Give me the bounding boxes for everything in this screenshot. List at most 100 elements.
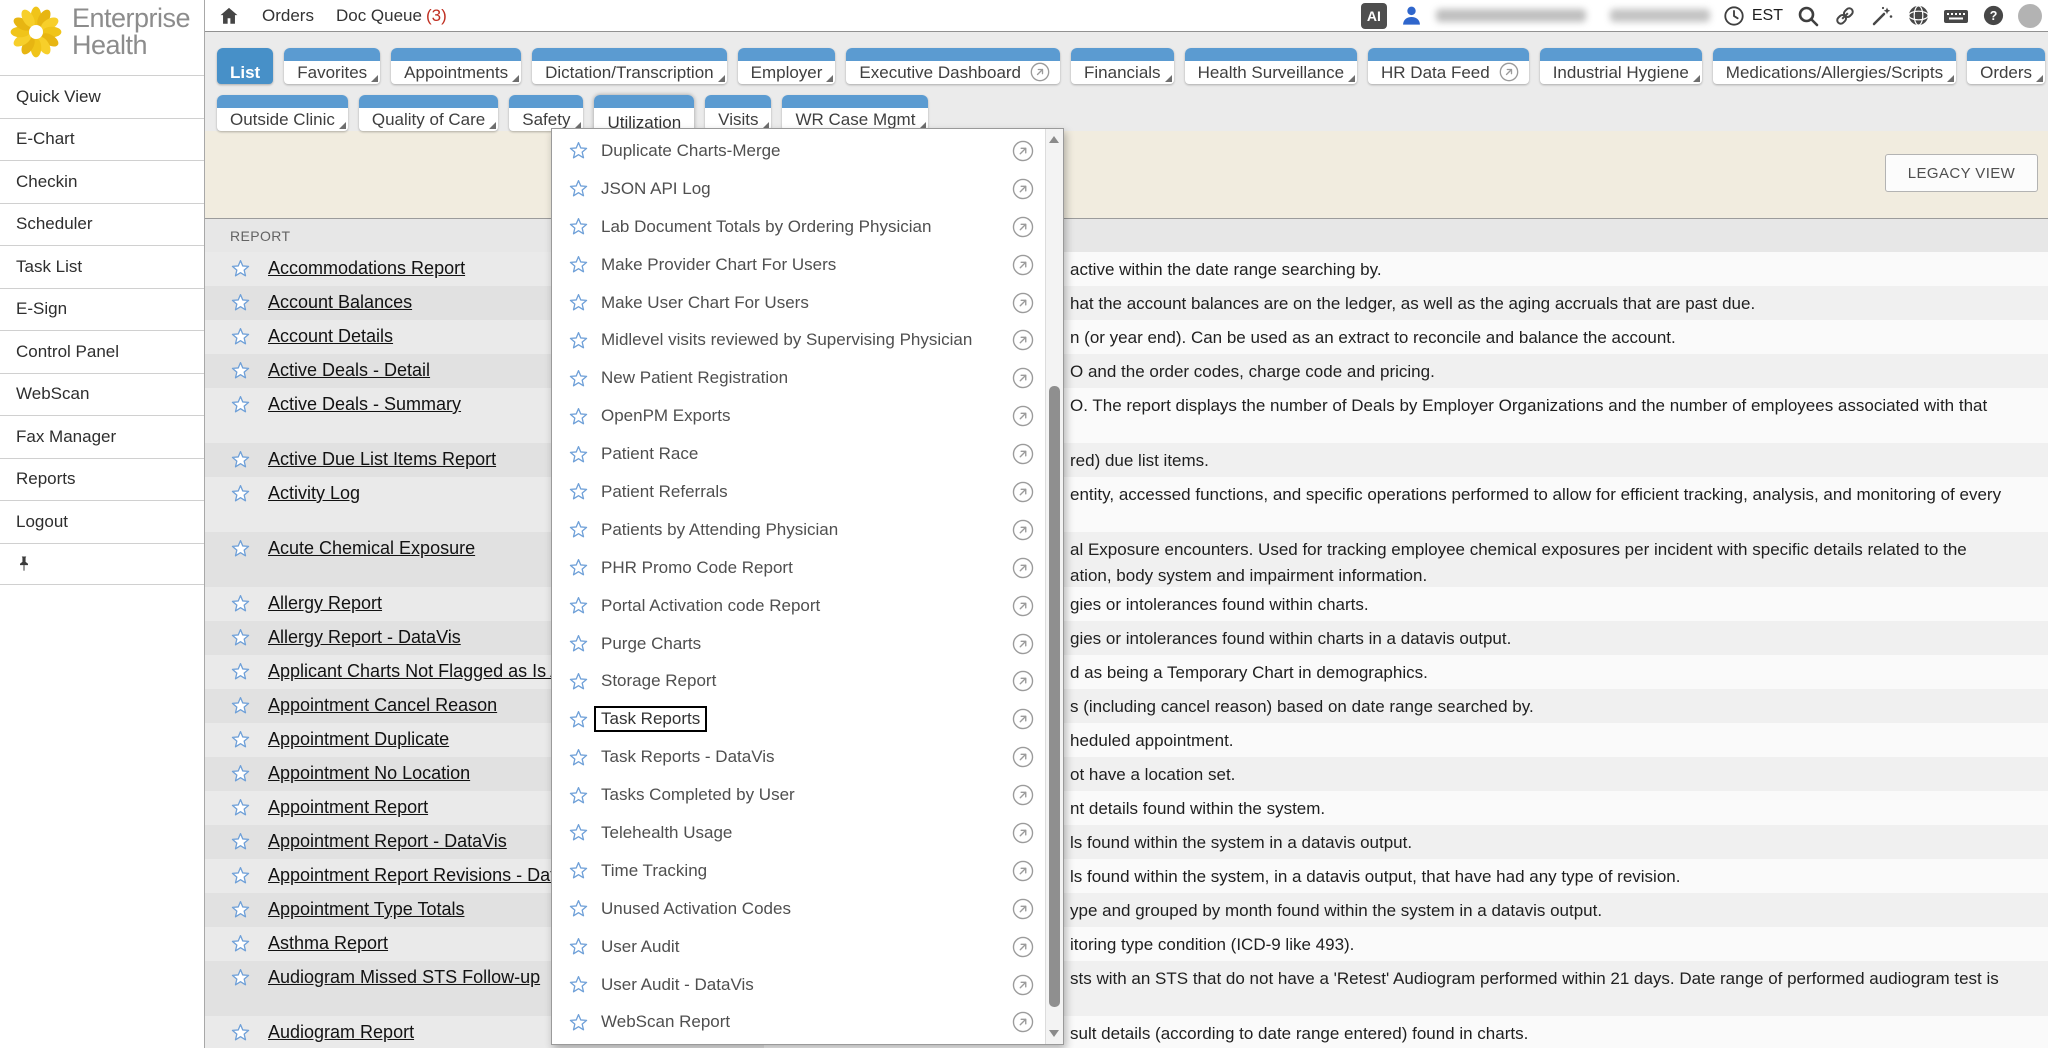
dropdown-item[interactable]: User Audit (552, 928, 1046, 966)
open-in-new-icon[interactable] (1012, 292, 1034, 314)
dropdown-item[interactable]: PHR Promo Code Report (552, 549, 1046, 587)
dropdown-item[interactable]: New Patient Registration (552, 359, 1046, 397)
dropdown-item-label[interactable]: Purge Charts (601, 634, 701, 654)
dropdown-item-label[interactable]: Duplicate Charts-Merge (601, 141, 781, 161)
tab[interactable]: Employer (738, 48, 836, 84)
favorite-star-icon[interactable] (568, 785, 589, 806)
report-link[interactable]: Appointment Duplicate (268, 729, 449, 750)
favorite-star-icon[interactable] (568, 898, 589, 919)
dropdown-item[interactable]: Task Reports (552, 700, 1046, 738)
open-in-new-icon[interactable] (1012, 746, 1034, 768)
open-in-new-icon[interactable] (1012, 936, 1034, 958)
favorite-star-icon[interactable] (230, 695, 251, 716)
scroll-up-arrow[interactable] (1049, 136, 1059, 143)
favorite-star-icon[interactable] (568, 481, 589, 502)
open-in-new-icon[interactable] (1012, 443, 1034, 465)
favorite-star-icon[interactable] (568, 140, 589, 161)
sidebar-item[interactable]: Quick View (0, 76, 204, 119)
tab[interactable]: Executive Dashboard (846, 48, 1060, 84)
favorite-star-icon[interactable] (568, 368, 589, 389)
search-icon[interactable] (1796, 4, 1820, 28)
open-in-new-icon[interactable] (1012, 670, 1034, 692)
dropdown-item-label[interactable]: PHR Promo Code Report (601, 558, 793, 578)
tab[interactable]: Safety (509, 95, 583, 131)
sidebar-item[interactable]: Reports (0, 459, 204, 502)
open-in-new-icon[interactable] (1012, 708, 1034, 730)
favorite-star-icon[interactable] (230, 449, 251, 470)
help-icon[interactable]: ? (1982, 4, 2005, 27)
open-in-new-icon[interactable] (1012, 481, 1034, 503)
favorite-star-icon[interactable] (230, 394, 251, 415)
favorite-star-icon[interactable] (230, 627, 251, 648)
dropdown-item[interactable]: Unused Activation Codes (552, 890, 1046, 928)
dropdown-item[interactable]: Tasks Completed by User (552, 776, 1046, 814)
dropdown-item-label[interactable]: Tasks Completed by User (601, 785, 795, 805)
sidebar-item[interactable]: Logout (0, 501, 204, 544)
open-in-new-icon[interactable] (1012, 974, 1034, 996)
favorite-star-icon[interactable] (230, 899, 251, 920)
dropdown-item[interactable]: Midlevel visits reviewed by Supervising … (552, 321, 1046, 359)
favorite-star-icon[interactable] (230, 1022, 251, 1043)
open-in-new-icon[interactable] (1012, 216, 1034, 238)
wand-icon[interactable] (1870, 4, 1894, 28)
favorite-star-icon[interactable] (568, 254, 589, 275)
dropdown-item-label[interactable]: Patients by Attending Physician (601, 520, 838, 540)
favorite-star-icon[interactable] (568, 216, 589, 237)
favorite-star-icon[interactable] (568, 519, 589, 540)
favorite-star-icon[interactable] (568, 330, 589, 351)
report-link[interactable]: Activity Log (268, 483, 360, 504)
favorite-star-icon[interactable] (568, 292, 589, 313)
scrollbar-thumb[interactable] (1049, 386, 1060, 1007)
dropdown-item[interactable]: Purge Charts (552, 625, 1046, 663)
open-in-new-icon[interactable] (1012, 367, 1034, 389)
keyboard-icon[interactable] (1943, 4, 1969, 28)
tab[interactable]: List (217, 48, 273, 84)
tab[interactable]: Favorites (284, 48, 380, 84)
dropdown-item-label[interactable]: Task Reports - DataVis (601, 747, 775, 767)
dropdown-item[interactable]: Lab Document Totals by Ordering Physicia… (552, 208, 1046, 246)
report-link[interactable]: Allergy Report - DataVis (268, 627, 461, 648)
favorite-star-icon[interactable] (568, 822, 589, 843)
favorite-star-icon[interactable] (230, 483, 251, 504)
tab[interactable]: Medications/Allergies/Scripts (1713, 48, 1956, 84)
scroll-down-arrow[interactable] (1049, 1030, 1059, 1037)
favorite-star-icon[interactable] (568, 557, 589, 578)
tab[interactable]: Industrial Hygiene (1540, 48, 1702, 84)
dropdown-item-label[interactable]: Telehealth Usage (601, 823, 732, 843)
favorite-star-icon[interactable] (230, 360, 251, 381)
dropdown-item[interactable]: Patient Referrals (552, 473, 1046, 511)
favorite-star-icon[interactable] (568, 936, 589, 957)
favorite-star-icon[interactable] (568, 747, 589, 768)
report-link[interactable]: Applicant Charts Not Flagged as Is A (268, 661, 562, 682)
dropdown-item[interactable]: OpenPM Exports (552, 397, 1046, 435)
favorite-star-icon[interactable] (230, 865, 251, 886)
report-link[interactable]: Active Due List Items Report (268, 449, 496, 470)
dropdown-item-label[interactable]: Storage Report (601, 671, 716, 691)
favorite-star-icon[interactable] (568, 671, 589, 692)
favorite-star-icon[interactable] (230, 933, 251, 954)
dropdown-item[interactable]: Patient Race (552, 435, 1046, 473)
report-link[interactable]: Appointment Report (268, 797, 428, 818)
tab[interactable]: Health Surveillance (1185, 48, 1357, 84)
dropdown-item-label[interactable]: Task Reports (594, 706, 707, 732)
dropdown-item[interactable]: Patients by Attending Physician (552, 511, 1046, 549)
favorite-star-icon[interactable] (568, 595, 589, 616)
dropdown-item-label[interactable]: Unused Activation Codes (601, 899, 791, 919)
favorite-star-icon[interactable] (568, 709, 589, 730)
open-in-new-icon[interactable] (1012, 633, 1034, 655)
favorite-star-icon[interactable] (230, 729, 251, 750)
report-link[interactable]: Active Deals - Summary (268, 394, 461, 415)
dropdown-item-label[interactable]: User Audit - DataVis (601, 975, 754, 995)
sidebar-item[interactable]: Fax Manager (0, 416, 204, 459)
dropdown-item-label[interactable]: User Audit (601, 937, 679, 957)
dropdown-item[interactable]: WebScan Report (552, 1003, 1046, 1041)
dropdown-item[interactable]: Task Reports - DataVis (552, 738, 1046, 776)
tab[interactable]: Quality of Care (359, 95, 498, 131)
sidebar-item[interactable]: E-Chart (0, 119, 204, 162)
favorite-star-icon[interactable] (230, 292, 251, 313)
home-icon[interactable] (218, 5, 240, 27)
favorite-star-icon[interactable] (230, 797, 251, 818)
sidebar-item[interactable]: Task List (0, 246, 204, 289)
dropdown-item-label[interactable]: Lab Document Totals by Ordering Physicia… (601, 217, 931, 237)
report-link[interactable]: Account Balances (268, 292, 412, 313)
